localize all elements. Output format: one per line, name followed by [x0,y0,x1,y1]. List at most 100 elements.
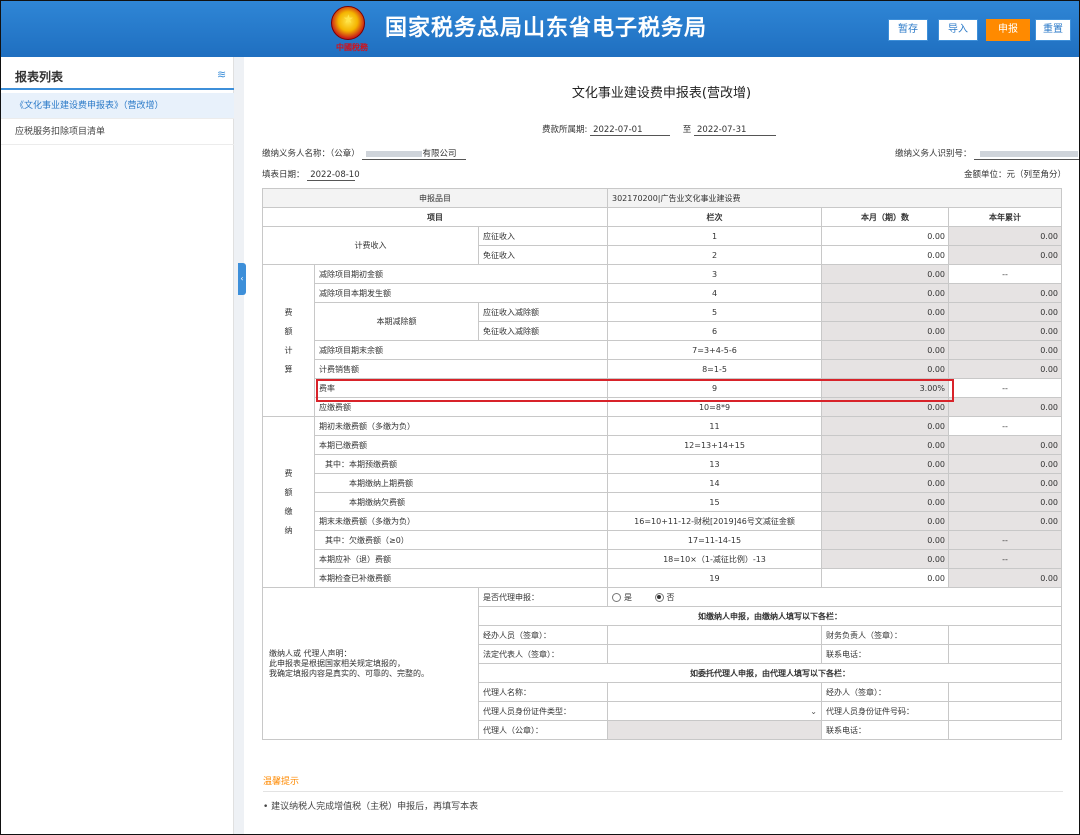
income-group-label: 计费收入 [262,226,479,265]
ytd-value: 0.00 [948,283,1062,303]
current-value: 0.00 [821,492,949,512]
ytd-value: 0.00 [948,340,1062,360]
row-label: 免征收入减除额 [478,321,608,341]
col-header-line: 栏次 [607,207,822,227]
row-label: 减除项目期初金额 [314,264,608,284]
row-line: 9 [607,378,822,398]
table-row: 减除项目本期发生额 4 0.00 0.00 [263,283,1062,303]
row-label: 费率 [314,378,608,398]
top-banner: ★ 中國稅務 国家税务总局山东省电子税务局 暂存 导入 申报 重置 [1,1,1079,57]
declaration-text: 缴纳人或 代理人声明： 此申报表是根据国家相关规定填报的， 我确定填报内容是真实… [262,587,479,740]
agent-handler-field[interactable] [948,682,1062,702]
agent-name-field[interactable] [607,682,822,702]
table-row: 其中：本期预缴费额 13 0.00 0.00 [263,454,1062,474]
agent-phone-label: 联系电话： [821,720,949,740]
row-line: 14 [607,473,822,493]
submit-button[interactable]: 申报 [986,19,1030,41]
table-row: 减除项目期末余额 7=3+4-5-6 0.00 0.00 [263,340,1062,360]
form-title: 文化事业建设费申报表(营改增) [571,86,752,101]
row-label: 本期缴纳欠费额 [314,492,608,512]
current-value: 0.00 [821,473,949,493]
layers-icon[interactable]: ≋ [217,69,226,80]
agent-id-no-field[interactable] [948,701,1062,721]
self-declare-header: 如缴纳人申报，由缴纳人填写以下各栏： [478,606,1062,626]
row-label: 本期检查已补缴费额 [314,568,608,588]
period-to-label: 至 [682,125,692,135]
current-input[interactable]: 0.00 [821,568,949,588]
current-value: 0.00 [821,397,949,417]
import-button[interactable]: 导入 [938,19,978,41]
payer-name-field[interactable]: 有限公司 [362,147,467,160]
agent-phone-field[interactable] [948,720,1062,740]
row-line: 4 [607,283,822,303]
table-row: 计费销售额 8=1-5 0.00 0.00 [263,359,1062,379]
legal-rep-label: 法定代表人（签章）： [478,644,608,664]
col-header-current: 本月（期）数 [821,207,949,227]
agent-seal-field [607,720,822,740]
radio-no[interactable] [654,592,664,602]
legal-rep-field[interactable] [607,644,822,664]
agent-id-type-select[interactable]: ⌄ [607,701,822,721]
fill-date-field[interactable]: 2022-08-10 [307,170,360,181]
emblem-star-icon: ★ [343,12,354,26]
current-value: 0.00 [821,435,949,455]
redacted-id [980,150,1079,157]
finance-field[interactable] [948,625,1062,645]
row-label: 计费销售额 [314,359,608,379]
current-value: 0.00 [821,264,949,284]
current-value: 0.00 [821,549,949,569]
ytd-value: 0.00 [948,245,1062,265]
row-label: 本期缴纳上期费额 [314,473,608,493]
radio-yes[interactable] [612,592,621,602]
row-label: 免征收入 [478,245,608,265]
current-value: 0.00 [821,359,949,379]
ytd-value: 0.00 [948,511,1062,531]
handler-label: 经办人员（签章）： [478,625,608,645]
agent-id-type-label: 代理人员身份证件类型： [478,701,608,721]
handler-field[interactable] [607,625,822,645]
col-header-ytd: 本年累计 [948,207,1062,227]
current-input[interactable]: 0.00 [821,245,949,265]
row-line: 7=3+4-5-6 [607,340,822,360]
phone-field[interactable] [948,644,1062,664]
row-line: 12=13+14+15 [607,435,822,455]
phone-label: 联系电话： [821,644,949,664]
row-label: 应征收入减除额 [478,302,608,322]
current-input[interactable]: 0.00 [821,226,949,246]
fill-date-label: 填表日期： [262,170,305,180]
row-line: 11 [607,416,822,436]
ytd-value: 0.00 [948,302,1062,322]
table-row: 本期检查已补缴费额 19 0.00 0.00 [263,568,1062,588]
reset-button[interactable]: 重置 [1035,19,1071,41]
row-label: 其中：本期预缴费额 [314,454,608,474]
table-row-fee-rate: 费率 9 3.00% -- [263,378,1062,398]
radio-no-label: 否 [666,592,675,602]
row-line: 18=10×（1-减征比例）-13 [607,549,822,569]
period-start-field[interactable]: 2022-07-01 [590,125,671,136]
agent-question-row: 缴纳人或 代理人声明： 此申报表是根据国家相关规定填报的， 我确定填报内容是真实… [262,587,1062,740]
sidebar-item-culture-fee-form[interactable]: 《文化事业建设费申报表》（营改增） [1,93,234,119]
payer-name-label: 缴纳义务人名称：（公章） [262,149,360,159]
current-value: 0.00 [821,321,949,341]
ytd-value: 0.00 [948,359,1062,379]
current-value: 0.00 [821,283,949,303]
table-row: 计费收入 应征收入 1 0.00 0.00 [262,226,1062,265]
tips-text: • 建议纳税人完成增值税（主税）申报后，再填写本表 [263,802,479,812]
pay-group-label: 费 额 缴 纳 [262,416,315,588]
agent-name-label: 代理人名称： [478,682,608,702]
row-line: 3 [607,264,822,284]
sidebar-item-deduction-list[interactable]: 应税服务扣除项目清单 [1,119,234,145]
ytd-value: -- [948,416,1062,436]
table-row: 费 额 缴 纳 期初未缴费额（多缴为负） 11 0.00 -- [262,416,1062,588]
agent-handler-label: 经办人（签章）： [821,682,949,702]
period-end-field[interactable]: 2022-07-31 [694,125,776,136]
agent-id-no-label: 代理人员身份证件号码： [821,701,949,721]
current-value: 0.00 [821,340,949,360]
emblem-script: 中國稅務 [336,42,368,52]
save-draft-button[interactable]: 暂存 [888,19,928,41]
table-row: 本期已缴费额 12=13+14+15 0.00 0.00 [263,435,1062,455]
row-label: 本期已缴费额 [314,435,608,455]
payer-id-field[interactable] [974,149,1079,160]
calc-group-label: 费 额 计 算 [262,264,315,417]
row-label: 其中：欠缴费额（≥0） [314,530,608,550]
